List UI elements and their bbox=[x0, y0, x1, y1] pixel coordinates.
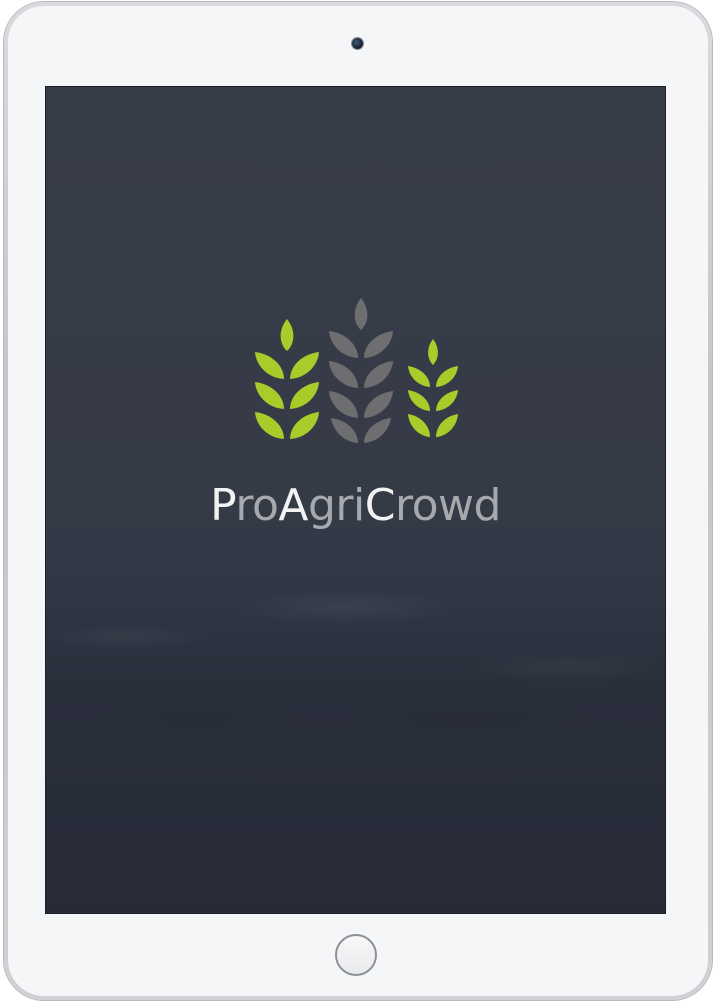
front-camera bbox=[352, 38, 363, 49]
wheat-stalks-icon bbox=[255, 298, 458, 443]
brand-letters-ro: ro bbox=[235, 480, 279, 531]
right-wheat-stalk-icon bbox=[408, 339, 458, 437]
brand-letters-rowd: rowd bbox=[394, 480, 501, 531]
brand-letter-p: P bbox=[210, 480, 236, 531]
center-wheat-stalk-icon bbox=[329, 298, 393, 443]
app-name-logotype: ProAgriCrowd bbox=[46, 481, 665, 531]
home-button[interactable] bbox=[335, 934, 377, 976]
splash-screen: ProAgriCrowd bbox=[45, 86, 666, 914]
brand-letters-gri: gri bbox=[307, 480, 365, 531]
left-wheat-stalk-icon bbox=[255, 319, 319, 439]
background-landscape bbox=[46, 517, 665, 777]
brand-letter-a: A bbox=[278, 480, 308, 531]
brand-letter-c: C bbox=[364, 480, 396, 531]
